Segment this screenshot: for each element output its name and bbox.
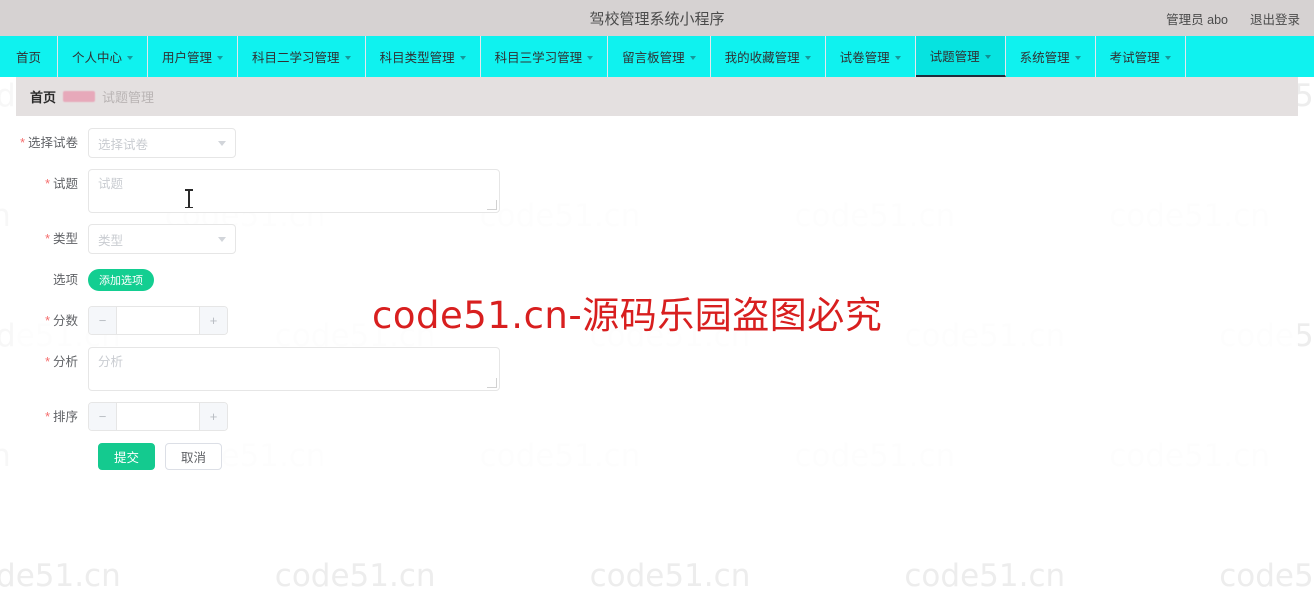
form-row-type: * 类型 类型 <box>16 224 1016 254</box>
required-marker: * <box>45 314 50 328</box>
nav-item-label: 用户管理 <box>162 51 213 65</box>
required-marker: * <box>20 136 25 150</box>
chevron-down-icon <box>217 55 224 60</box>
form-row-select-paper: * 选择试卷 选择试卷 <box>16 128 1016 158</box>
nav-item-10[interactable]: 系统管理 <box>1006 36 1096 77</box>
nav-item-1[interactable]: 个人中心 <box>58 36 149 77</box>
required-marker: * <box>45 177 50 191</box>
add-option-button[interactable]: 添加选项 <box>88 269 154 291</box>
nav-empty-space <box>1186 36 1314 77</box>
select-paper-value: 选择试卷 <box>98 137 149 152</box>
breadcrumb-home[interactable]: 首页 <box>30 87 56 106</box>
question-placeholder: 试题 <box>98 177 124 191</box>
chevron-down-icon <box>587 55 594 60</box>
chevron-down-icon <box>459 55 466 60</box>
score-input[interactable] <box>117 307 199 334</box>
watermark-tile: code51.cn <box>0 558 121 594</box>
nav-item-label: 科目二学习管理 <box>252 51 340 65</box>
current-user-label: 管理员 abo <box>1166 12 1228 27</box>
nav-item-6[interactable]: 留言板管理 <box>608 36 711 77</box>
breadcrumb: 首页 试题管理 <box>16 77 1298 116</box>
nav-item-2[interactable]: 用户管理 <box>148 36 239 77</box>
watermark-tile: code51.cn <box>1219 558 1314 594</box>
score-stepper[interactable]: − + <box>88 306 228 335</box>
label-score: * 分数 <box>45 314 78 328</box>
submit-button[interactable]: 提交 <box>98 443 156 470</box>
main-navigation-bar: 首页 个人中心 用户管理 科目二学习管理 科目类型管理 科目三学习管理 留言板管理 我的收藏管… <box>0 36 1314 77</box>
top-header-bar: 驾校管理系统小程序 管理员 abo 退出登录 <box>0 0 1314 36</box>
text-cursor-icon <box>185 189 193 208</box>
label-select-paper: * 选择试卷 <box>20 136 78 150</box>
type-dropdown[interactable]: 类型 <box>88 224 236 254</box>
nav-item-label: 个人中心 <box>72 51 123 65</box>
nav-item-label: 留言板管理 <box>622 51 685 65</box>
chevron-down-icon <box>218 140 226 146</box>
chevron-down-icon <box>1074 55 1081 60</box>
nav-item-label: 考试管理 <box>1109 51 1160 65</box>
nav-item-3[interactable]: 科目二学习管理 <box>238 36 366 77</box>
score-decrement-button[interactable]: − <box>89 307 117 334</box>
page-title: 驾校管理系统小程序 <box>589 10 725 28</box>
chevron-down-icon <box>127 55 134 60</box>
nav-item-11[interactable]: 考试管理 <box>1096 36 1186 77</box>
sort-decrement-button[interactable]: − <box>89 403 117 430</box>
nav-item-8[interactable]: 试卷管理 <box>826 36 916 77</box>
nav-item-5[interactable]: 科目三学习管理 <box>481 36 609 77</box>
analysis-textarea[interactable]: 分析 <box>88 347 500 391</box>
sort-input[interactable] <box>117 403 199 430</box>
required-marker: * <box>45 232 50 246</box>
required-marker: * <box>45 355 50 369</box>
nav-item-label: 首页 <box>16 51 42 65</box>
chevron-down-icon <box>689 55 696 60</box>
score-increment-button[interactable]: + <box>199 307 227 334</box>
chevron-down-icon <box>894 55 901 60</box>
copyright-notice-watermark: code51.cn-源码乐园盗图必究 <box>372 294 883 337</box>
chevron-down-icon <box>218 236 226 242</box>
nav-item-label: 科目三学习管理 <box>494 51 583 65</box>
watermark-tile: code51.cn <box>904 558 1066 594</box>
breadcrumb-current: 试题管理 <box>102 90 155 105</box>
label-sort: * 排序 <box>45 410 78 424</box>
page-left-edge <box>0 77 16 490</box>
watermark-tile: code51.cn <box>274 558 436 594</box>
label-type: * 类型 <box>45 232 78 246</box>
nav-item-7[interactable]: 我的收藏管理 <box>711 36 826 77</box>
nav-item-0[interactable]: 首页 <box>0 36 59 77</box>
chevron-down-icon <box>984 54 991 59</box>
required-marker: * <box>45 410 50 424</box>
watermark-tile: code51.cn <box>589 558 751 594</box>
select-paper-dropdown[interactable]: 选择试卷 <box>88 128 236 158</box>
nav-item-label: 科目类型管理 <box>379 51 455 65</box>
label-analysis: * 分析 <box>45 355 78 369</box>
form-row-analysis: * 分析 分析 <box>16 347 1016 391</box>
form-actions: 提交 取消 <box>98 443 1016 470</box>
breadcrumb-separator-icon <box>63 91 96 102</box>
cancel-button[interactable]: 取消 <box>165 443 223 470</box>
sort-stepper[interactable]: − + <box>88 402 228 431</box>
form-row-question: * 试题 试题 <box>16 169 1016 213</box>
nav-item-label: 试卷管理 <box>839 51 890 65</box>
chevron-down-icon <box>1164 55 1171 60</box>
nav-item-label: 系统管理 <box>1019 51 1070 65</box>
nav-item-4[interactable]: 科目类型管理 <box>366 36 481 77</box>
logout-link[interactable]: 退出登录 <box>1250 9 1300 28</box>
nav-item-label: 我的收藏管理 <box>724 51 800 65</box>
chevron-down-icon <box>804 55 811 60</box>
question-textarea[interactable]: 试题 <box>88 169 500 213</box>
nav-item-label: 试题管理 <box>929 50 980 64</box>
watermark-text: code51.cn code51.cn code51.cn code51.cn code… <box>0 558 1314 594</box>
analysis-placeholder: 分析 <box>98 355 124 369</box>
label-question: * 试题 <box>45 177 78 191</box>
label-options: 选项 <box>52 273 78 287</box>
chevron-down-icon <box>344 55 351 60</box>
nav-item-9[interactable]: 试题管理 <box>915 36 1006 77</box>
type-value: 类型 <box>98 233 124 248</box>
sort-increment-button[interactable]: + <box>199 403 227 430</box>
header-user-area: 管理员 abo 退出登录 <box>1166 9 1300 28</box>
form-row-sort: * 排序 − + <box>16 402 1016 432</box>
